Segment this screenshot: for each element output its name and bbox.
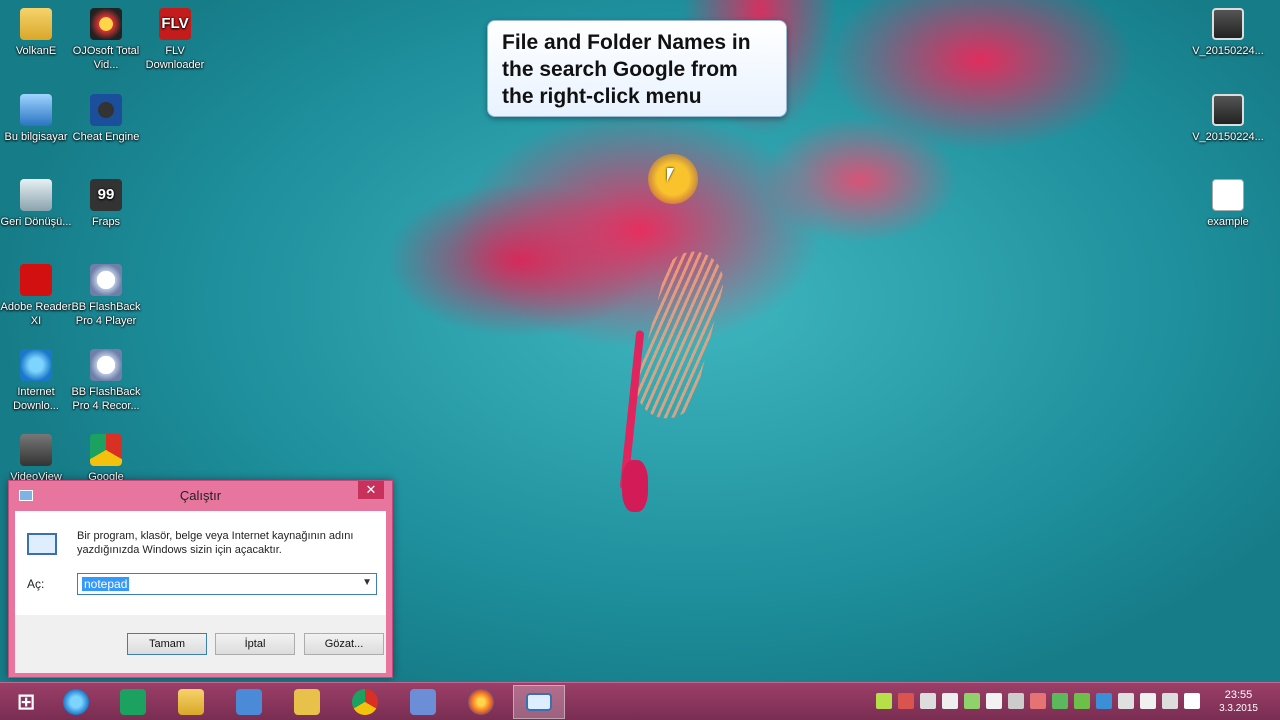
tray-app-icon[interactable] bbox=[1074, 693, 1090, 709]
desktop-icon-bb-flashback-player[interactable]: BB FlashBack Pro 4 Player bbox=[70, 258, 142, 328]
close-button[interactable]: ✕ bbox=[358, 481, 384, 499]
tray-app-icon[interactable] bbox=[942, 693, 958, 709]
desktop-icon-video-2[interactable]: V_20150224... bbox=[1192, 88, 1264, 144]
cancel-button[interactable]: İptal bbox=[215, 633, 295, 655]
clock-time: 23:55 bbox=[1224, 689, 1253, 701]
fraps-icon: 99 bbox=[90, 179, 122, 211]
run-dialog-body: Bir program, klasör, belge veya Internet… bbox=[15, 511, 386, 673]
keyboard-icon[interactable] bbox=[1118, 693, 1134, 709]
check-icon[interactable] bbox=[964, 693, 980, 709]
desktop-icon-fraps[interactable]: 99 Fraps bbox=[70, 173, 142, 229]
clock-date: 3.3.2015 bbox=[1219, 703, 1258, 714]
flag-icon[interactable] bbox=[986, 693, 1002, 709]
open-combobox[interactable]: notepad ▼ bbox=[77, 573, 377, 595]
internet-download-icon bbox=[20, 349, 52, 381]
run-dialog: Çalıştır ✕ Bir program, klasör, belge ve… bbox=[8, 480, 393, 678]
flower-stamen bbox=[630, 245, 730, 425]
chrome-icon bbox=[352, 689, 378, 715]
ojosoft-icon bbox=[90, 8, 122, 40]
desktop-icon-recycle-bin[interactable]: Geri Dönüşü... bbox=[0, 173, 72, 229]
start-button[interactable]: ⊞ bbox=[0, 685, 52, 719]
run-dialog-title: Çalıştır bbox=[179, 487, 222, 503]
cheat-engine-icon bbox=[90, 94, 122, 126]
battery-icon[interactable] bbox=[876, 693, 892, 709]
taskbar-file-explorer[interactable] bbox=[165, 685, 217, 719]
flv-icon: FLV bbox=[159, 8, 191, 40]
run-dialog-content: Bir program, klasör, belge veya Internet… bbox=[15, 511, 386, 615]
video-view-icon bbox=[20, 434, 52, 466]
taskbar-tool-app[interactable] bbox=[281, 685, 333, 719]
callout-text: File and Folder Names in the search Goog… bbox=[502, 31, 751, 108]
tool-icon bbox=[294, 689, 320, 715]
usb-icon[interactable] bbox=[1140, 693, 1156, 709]
bb-flashback-recorder-icon bbox=[90, 349, 122, 381]
run-dialog-titlebar[interactable]: Çalıştır ✕ bbox=[9, 481, 392, 509]
taskbar-clock[interactable]: 23:55 3.3.2015 bbox=[1219, 688, 1258, 716]
package-icon bbox=[410, 689, 436, 715]
taskbar-control-panel[interactable] bbox=[223, 685, 275, 719]
signal-icon[interactable] bbox=[1162, 693, 1178, 709]
nvidia-icon[interactable] bbox=[1052, 693, 1068, 709]
firefox-icon bbox=[468, 689, 494, 715]
run-icon bbox=[27, 533, 57, 555]
network-icon[interactable] bbox=[1096, 693, 1112, 709]
tray-app-icon[interactable] bbox=[898, 693, 914, 709]
system-tray bbox=[876, 693, 1200, 709]
run-icon bbox=[526, 693, 552, 711]
computer-icon bbox=[20, 94, 52, 126]
desktop-icon-example[interactable]: example bbox=[1192, 173, 1264, 229]
taskbar-package-app[interactable] bbox=[397, 685, 449, 719]
desktop-icon-flv-downloader[interactable]: FLV FLV Downloader bbox=[139, 2, 211, 72]
taskbar-run-dialog[interactable] bbox=[513, 685, 565, 719]
folder-icon bbox=[20, 8, 52, 40]
desktop-icon-cheat-engine[interactable]: Cheat Engine bbox=[70, 88, 142, 144]
desktop-icon-videoview[interactable]: VideoView bbox=[0, 428, 72, 484]
flower-pistil-tip bbox=[622, 460, 648, 512]
video-thumbnail-icon bbox=[1212, 8, 1244, 40]
desktop-icon-ojosoft[interactable]: OJOsoft Total Vid... bbox=[70, 2, 142, 72]
folder-icon bbox=[178, 689, 204, 715]
desktop-wallpaper: VolkanE OJOsoft Total Vid... FLV FLV Dow… bbox=[0, 0, 1280, 720]
chevron-down-icon[interactable]: ▼ bbox=[362, 577, 372, 588]
monitor-icon[interactable] bbox=[920, 693, 936, 709]
chrome-icon bbox=[90, 434, 122, 466]
windows-logo-icon: ⊞ bbox=[16, 689, 36, 714]
speaker-tray-icon[interactable] bbox=[1030, 693, 1046, 709]
run-dialog-description: Bir program, klasör, belge veya Internet… bbox=[77, 530, 354, 556]
taskbar-chrome[interactable] bbox=[339, 685, 391, 719]
tutorial-callout: File and Folder Names in the search Goog… bbox=[487, 20, 787, 117]
recycle-bin-icon bbox=[20, 179, 52, 211]
open-input-value[interactable]: notepad bbox=[82, 577, 130, 591]
adobe-reader-icon bbox=[20, 264, 52, 296]
open-label: Aç: bbox=[27, 577, 45, 591]
video-thumbnail-icon bbox=[1212, 94, 1244, 126]
printer-icon[interactable] bbox=[1008, 693, 1024, 709]
desktop-icon-volkane[interactable]: VolkanE bbox=[0, 2, 72, 58]
desktop-icon-video-1[interactable]: V_20150224... bbox=[1192, 2, 1264, 58]
desktop-icon-google-chrome[interactable]: Google bbox=[70, 428, 142, 484]
volume-icon[interactable] bbox=[1184, 693, 1200, 709]
mouse-cursor-icon bbox=[667, 168, 674, 182]
control-panel-icon bbox=[236, 689, 262, 715]
store-icon bbox=[120, 689, 146, 715]
taskbar-firefox[interactable] bbox=[455, 685, 507, 719]
taskbar-store[interactable] bbox=[107, 685, 159, 719]
desktop-icon-bu-bilgisayar[interactable]: Bu bilgisayar bbox=[0, 88, 72, 144]
ok-button[interactable]: Tamam bbox=[127, 633, 207, 655]
desktop-icon-bb-flashback-recorder[interactable]: BB FlashBack Pro 4 Recor... bbox=[70, 343, 142, 413]
ie-icon bbox=[63, 689, 89, 715]
desktop-icon-internet-download[interactable]: Internet Downlo... bbox=[0, 343, 72, 413]
desktop-icon-adobe-reader[interactable]: Adobe Reader XI bbox=[0, 258, 72, 328]
browse-button[interactable]: Gözat... bbox=[304, 633, 384, 655]
text-file-icon bbox=[1212, 179, 1244, 211]
taskbar: ⊞ 23:55 3.3.2015 bbox=[0, 682, 1280, 720]
bb-flashback-player-icon bbox=[90, 264, 122, 296]
taskbar-internet-explorer[interactable] bbox=[50, 685, 102, 719]
